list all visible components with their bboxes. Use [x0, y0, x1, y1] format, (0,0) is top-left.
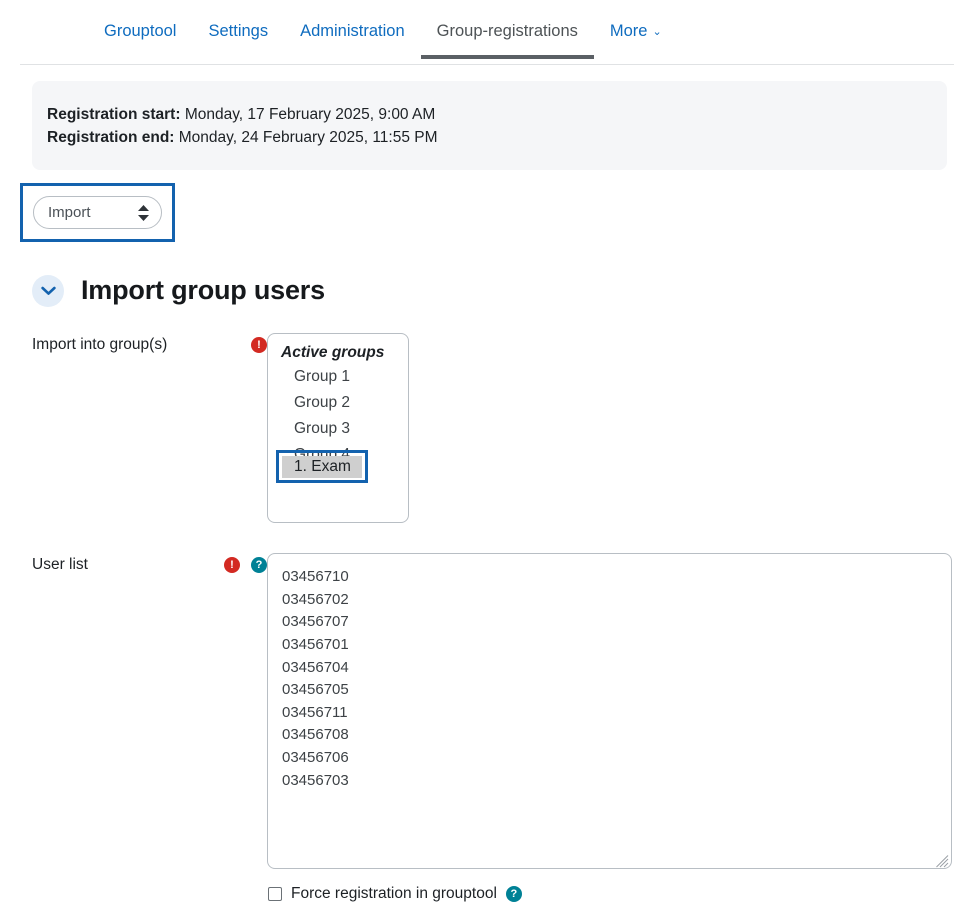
- force-registration-label[interactable]: Force registration in grouptool: [291, 885, 497, 903]
- import-groups-icons: !: [251, 336, 267, 354]
- form-row-user-list: User list ! ? 03456710 03456702 03456707…: [32, 553, 974, 870]
- registration-start-label: Registration start:: [47, 106, 181, 123]
- user-list-line: 03456705: [282, 681, 349, 699]
- primary-nav-tabs: Grouptool Settings Administration Group-…: [0, 0, 974, 65]
- required-icon[interactable]: !: [251, 337, 267, 354]
- action-select-value: Import: [48, 204, 91, 221]
- select-spinner-arrows-icon: [138, 204, 149, 221]
- force-registration-row: Force registration in grouptool ?: [268, 885, 974, 903]
- tab-more-label: More: [609, 22, 648, 40]
- user-list-line: 03456710: [282, 568, 349, 586]
- collapse-toggle-button[interactable]: [32, 274, 64, 307]
- help-icon[interactable]: ?: [251, 557, 267, 574]
- user-list-line: 03456701: [282, 635, 349, 653]
- tab-administration-label: Administration: [300, 22, 405, 40]
- user-list-line: 03456706: [282, 748, 349, 766]
- user-list-line: 03456702: [282, 590, 349, 608]
- section-header: Import group users: [32, 257, 974, 324]
- tab-group-registrations[interactable]: Group-registrations: [420, 0, 595, 59]
- list-item[interactable]: Group 1: [268, 364, 408, 390]
- force-registration-checkbox[interactable]: [268, 887, 282, 902]
- textarea-resize-grip-icon[interactable]: [936, 853, 949, 868]
- registration-end-value: Monday, 24 February 2025, 11:55 PM: [178, 129, 438, 146]
- action-select[interactable]: Import: [33, 196, 162, 229]
- chevron-down-icon: ⌄: [652, 26, 662, 38]
- tab-settings-label: Settings: [208, 22, 269, 40]
- tab-more[interactable]: More ⌄: [594, 0, 678, 59]
- list-item[interactable]: Group 3: [268, 416, 408, 442]
- import-groups-listbox[interactable]: Active groups Group 1 Group 2 Group 3 Gr…: [267, 333, 409, 524]
- tab-group-registrations-label: Group-registrations: [436, 22, 578, 40]
- user-list-line: 03456708: [282, 726, 349, 744]
- user-list-line: 03456703: [282, 771, 349, 789]
- user-list-icons: ! ?: [224, 556, 267, 574]
- registration-end-line: Registration end: Monday, 24 February 20…: [47, 126, 947, 149]
- user-list-line: 03456707: [282, 613, 349, 631]
- action-select-annotation-box: Import: [20, 183, 175, 242]
- list-item[interactable]: Group 2: [268, 390, 408, 416]
- registration-info-box: Registration start: Monday, 17 February …: [32, 81, 947, 170]
- required-icon[interactable]: !: [224, 557, 240, 574]
- tab-grouptool-label: Grouptool: [104, 22, 177, 40]
- import-groups-label: Import into group(s): [32, 336, 168, 354]
- import-groups-label-col: Import into group(s) !: [32, 333, 267, 523]
- page-title: Import group users: [81, 275, 325, 306]
- form-row-import-into-groups: Import into group(s) ! Active groups Gro…: [32, 333, 974, 524]
- tab-settings[interactable]: Settings: [192, 0, 284, 59]
- user-list-label: User list: [32, 556, 88, 574]
- help-icon[interactable]: ?: [505, 886, 522, 903]
- optgroup-label-active-groups: Active groups: [281, 344, 385, 362]
- user-list-line: 03456711: [282, 703, 348, 721]
- tab-grouptool[interactable]: Grouptool: [88, 0, 192, 59]
- tab-administration[interactable]: Administration: [284, 0, 421, 59]
- registration-start-line: Registration start: Monday, 17 February …: [47, 103, 947, 126]
- user-list-line: 03456704: [282, 658, 349, 676]
- registration-start-value: Monday, 17 February 2025, 9:00 AM: [184, 106, 436, 123]
- user-list-textarea[interactable]: 03456710 03456702 03456707 03456701 0345…: [267, 553, 952, 870]
- chevron-down-icon: [40, 286, 56, 296]
- list-item-selected-exam[interactable]: 1. Exam: [282, 456, 362, 479]
- registration-end-label: Registration end:: [47, 129, 175, 146]
- user-list-label-col: User list ! ?: [32, 553, 267, 869]
